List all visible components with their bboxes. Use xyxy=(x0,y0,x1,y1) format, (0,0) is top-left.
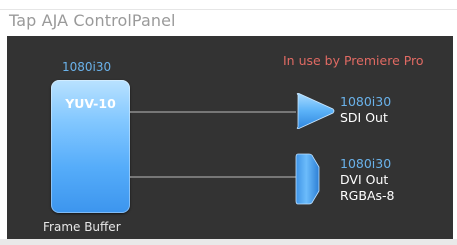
in-use-status: In use by Premiere Pro xyxy=(283,53,424,68)
sdi-output-triangle-icon[interactable] xyxy=(296,92,336,130)
frame-buffer-label: Frame Buffer xyxy=(43,220,121,234)
panel-footer xyxy=(0,239,457,245)
sdi-output-name: SDI Out xyxy=(340,110,388,125)
dvi-output-format: 1080i30 xyxy=(340,156,392,171)
sdi-output-format: 1080i30 xyxy=(340,94,392,109)
title-bar: Tap AJA ControlPanel xyxy=(0,0,457,36)
window-title: Tap AJA ControlPanel xyxy=(9,11,176,30)
dvi-output-info: 1080i30 DVI Out RGBAs-8 xyxy=(340,156,394,204)
sdi-signal-wire xyxy=(130,111,296,113)
dvi-connector-icon[interactable] xyxy=(295,153,321,205)
frame-buffer-pixel-format: YUV-10 xyxy=(65,96,116,111)
dvi-signal-wire xyxy=(130,176,296,178)
frame-buffer-format: 1080i30 xyxy=(62,60,112,74)
dvi-output-name: DVI Out xyxy=(340,172,389,187)
top-divider xyxy=(0,9,457,10)
dvi-output-detail: RGBAs-8 xyxy=(340,188,395,203)
sdi-output-info: 1080i30 SDI Out xyxy=(340,94,391,126)
